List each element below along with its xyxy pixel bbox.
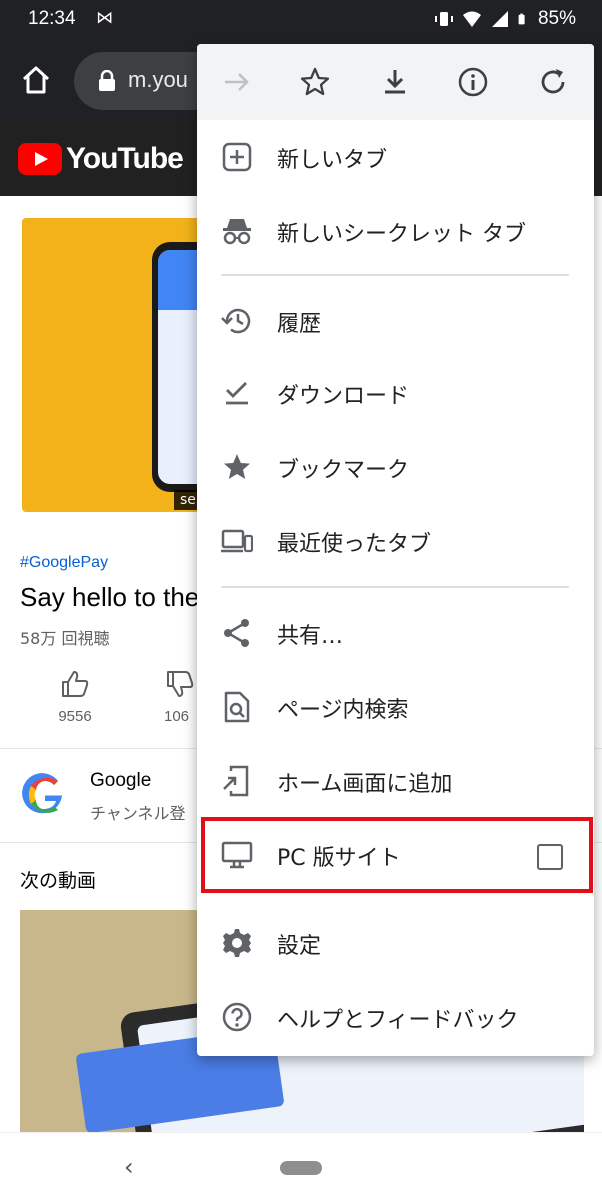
menu-label: 共有… (277, 624, 344, 649)
menu-divider (221, 586, 569, 588)
refresh-icon[interactable] (537, 66, 569, 98)
menu-label: 設定 (277, 934, 322, 959)
battery-percent: 85% (537, 8, 576, 29)
menu-item-history[interactable]: 履歴 (197, 286, 594, 356)
view-count: 58万 回視聴 (20, 629, 110, 648)
menu-label: ダウンロード (277, 384, 410, 409)
home-icon[interactable] (20, 64, 52, 96)
menu-label: 新しいシークレット タブ (277, 222, 526, 247)
menu-item-add-to-home[interactable]: ホーム画面に追加 (197, 746, 594, 816)
menu-item-settings[interactable]: 設定 (197, 908, 594, 978)
youtube-logo-text: YouTube (66, 142, 184, 175)
history-icon (221, 308, 251, 334)
menu-item-incognito[interactable]: 新しいシークレット タブ (197, 196, 594, 266)
up-next-label: 次の動画 (20, 870, 97, 892)
menu-item-help[interactable]: ヘルプとフィードバック (197, 982, 594, 1052)
menu-label: 新しいタブ (277, 148, 388, 173)
home-pill-icon[interactable] (280, 1161, 322, 1175)
youtube-play-icon (18, 143, 62, 175)
downloads-icon (226, 382, 248, 405)
menu-label: ページ内検索 (277, 698, 409, 723)
channel-name[interactable]: Google (90, 770, 151, 792)
notification-icon: ⋈ (96, 8, 113, 28)
highlight-annotation (201, 817, 593, 893)
menu-label: ブックマーク (277, 458, 410, 483)
video-title: Say hello to the (20, 582, 200, 612)
google-logo[interactable] (22, 772, 68, 818)
hashtag-link[interactable]: #GooglePay (20, 554, 108, 572)
add-to-home-icon (223, 765, 249, 797)
menu-item-find-in-page[interactable]: ページ内検索 (197, 672, 594, 742)
recent-tabs-icon (221, 529, 253, 553)
info-icon[interactable] (457, 66, 489, 98)
battery-icon (518, 13, 525, 25)
status-right: 85% (434, 8, 576, 30)
find-in-page-icon (224, 691, 250, 723)
vibrate-icon (434, 12, 453, 26)
share-icon (224, 619, 249, 647)
star-icon[interactable] (299, 66, 331, 98)
help-icon (222, 1002, 252, 1032)
like-count: 9556 (58, 708, 92, 725)
overflow-menu: 新しいタブ 新しいシークレット タブ 履歴 ダウンロード ブックマーク 最近使っ… (197, 44, 594, 1056)
wifi-icon (462, 11, 481, 27)
lock-icon (99, 70, 115, 91)
cell-signal-icon (491, 11, 508, 27)
channel-subscribers: チャンネル登 (90, 804, 186, 823)
menu-label: 履歴 (277, 312, 322, 337)
back-icon[interactable]: ‹ (124, 1153, 134, 1181)
download-icon[interactable] (379, 66, 411, 98)
menu-item-new-tab[interactable]: 新しいタブ (197, 122, 594, 192)
forward-icon[interactable] (221, 66, 253, 98)
status-time: 12:34 (28, 8, 76, 29)
menu-item-recent-tabs[interactable]: 最近使ったタブ (197, 506, 594, 576)
settings-gear-icon (223, 929, 251, 957)
menu-label: ヘルプとフィードバック (277, 1008, 519, 1033)
incognito-icon (223, 219, 251, 245)
menu-label: ホーム画面に追加 (277, 772, 453, 797)
youtube-logo[interactable]: YouTube (18, 142, 184, 176)
status-bar: 12:34 ⋈ 85% (0, 0, 602, 40)
menu-item-downloads[interactable]: ダウンロード (197, 358, 594, 428)
menu-item-bookmarks[interactable]: ブックマーク (197, 432, 594, 502)
thumbs-up-icon (62, 671, 89, 697)
like-button[interactable]: 9556 (50, 668, 100, 725)
menu-label: 最近使ったタブ (277, 532, 432, 557)
menu-action-row (197, 44, 594, 120)
url-text: m.you (128, 67, 188, 92)
bookmark-star-icon (224, 454, 250, 479)
thumbs-down-icon (167, 671, 194, 697)
menu-item-share[interactable]: 共有… (197, 598, 594, 668)
new-tab-icon (222, 142, 252, 172)
system-nav-bar: ‹ (0, 1132, 602, 1204)
menu-divider (221, 274, 569, 276)
